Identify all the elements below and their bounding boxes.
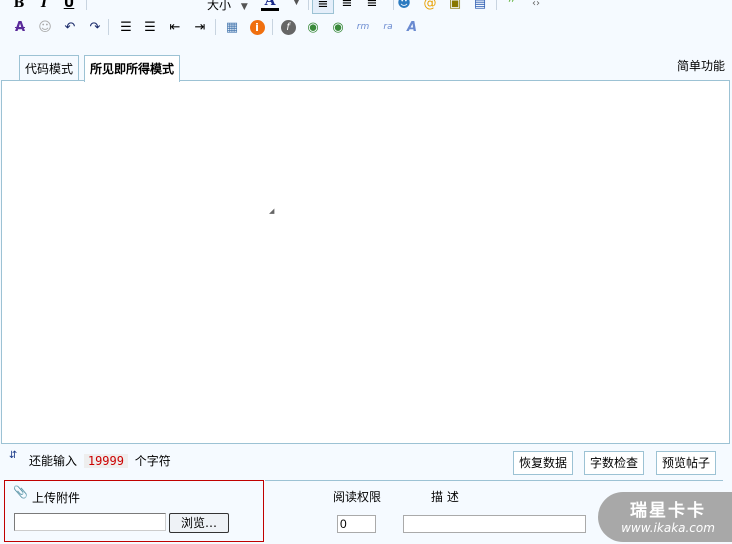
- underline-button[interactable]: U: [59, 0, 79, 12]
- ordered-list-icon[interactable]: ☰: [116, 18, 136, 36]
- font-icon[interactable]: A: [402, 18, 422, 36]
- remaining-prefix: 还能输入: [29, 454, 78, 468]
- preview-post-button[interactable]: 预览帖子: [656, 451, 717, 475]
- resize-toggle-icon[interactable]: ⇵: [9, 450, 17, 461]
- font-size-select[interactable]: 大小 ▼: [207, 0, 248, 13]
- email-icon[interactable]: @: [420, 0, 440, 12]
- undo-icon[interactable]: ↶: [60, 18, 80, 36]
- table-icon[interactable]: ▦: [222, 18, 242, 36]
- attachment-panel: 📎 上传附件 浏览…: [4, 480, 264, 542]
- ra-icon[interactable]: ra: [378, 18, 398, 36]
- restore-data-button[interactable]: 恢复数据: [513, 451, 574, 475]
- paperclip-icon: 📎: [13, 485, 28, 499]
- word-count-button[interactable]: 字数检查: [584, 451, 645, 475]
- rm-icon[interactable]: rm: [353, 18, 373, 36]
- remaining-chars: 还能输入 19999 个字符: [29, 452, 171, 469]
- watermark-url: www.ikaka.com: [621, 521, 715, 535]
- editor-area[interactable]: ◢: [1, 80, 730, 444]
- remaining-suffix: 个字符: [134, 454, 171, 468]
- quote-icon[interactable]: ❞: [501, 0, 521, 12]
- redo-icon[interactable]: ↷: [85, 18, 105, 36]
- media-icon[interactable]: ▤: [470, 0, 490, 12]
- description-input[interactable]: [403, 515, 586, 533]
- unordered-list-icon[interactable]: ☰: [140, 18, 160, 36]
- info-icon[interactable]: i: [247, 18, 267, 36]
- watermark-brand: 瑞星卡卡: [630, 501, 706, 521]
- description-label: 描 述: [431, 490, 459, 504]
- bold-button[interactable]: B: [9, 0, 29, 12]
- emoticon-icon[interactable]: ☻: [394, 0, 414, 12]
- align-right-button[interactable]: ≡: [362, 0, 382, 12]
- tab-code-mode[interactable]: 代码模式: [19, 55, 80, 81]
- code-icon[interactable]: ‹›: [526, 0, 546, 12]
- upload-attachment-label: 上传附件: [32, 491, 81, 505]
- chevron-down-icon[interactable]: ▼: [293, 0, 300, 7]
- font-color-button[interactable]: A: [261, 0, 279, 11]
- simple-mode-link[interactable]: 简单功能: [677, 57, 725, 74]
- wma-icon[interactable]: ◉: [328, 18, 348, 36]
- flash-icon[interactable]: f: [278, 18, 298, 36]
- divider: [265, 480, 723, 481]
- resize-handle-icon: ◢: [269, 207, 275, 215]
- wmv-icon[interactable]: ◉: [303, 18, 323, 36]
- read-permission-input[interactable]: [337, 515, 376, 533]
- align-center-button[interactable]: ≡: [337, 0, 357, 12]
- remove-format-icon[interactable]: A: [10, 18, 30, 36]
- file-path-input[interactable]: [14, 513, 166, 531]
- read-permission-label: 阅读权限: [333, 490, 382, 504]
- image-icon[interactable]: ▣: [445, 0, 465, 12]
- indent-icon[interactable]: ⇥: [190, 18, 210, 36]
- chevron-down-icon: ▼: [240, 2, 248, 12]
- outdent-icon[interactable]: ⇤: [165, 18, 185, 36]
- browse-button[interactable]: 浏览…: [169, 513, 229, 533]
- tab-wysiwyg-mode[interactable]: 所见即所得模式: [84, 55, 181, 82]
- font-size-label: 大小: [207, 0, 232, 12]
- watermark-logo: 瑞星卡卡 www.ikaka.com: [598, 492, 732, 542]
- smiley-icon[interactable]: ☺: [35, 18, 55, 36]
- align-left-button[interactable]: ≡: [312, 0, 334, 14]
- italic-button[interactable]: I: [34, 0, 54, 12]
- remaining-count: 19999: [83, 454, 128, 468]
